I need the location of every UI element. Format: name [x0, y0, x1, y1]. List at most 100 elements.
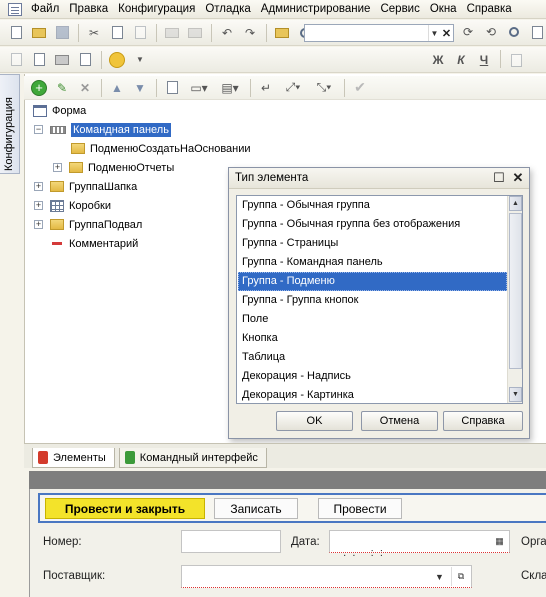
- undo-button[interactable]: ↶: [217, 23, 237, 43]
- tab-elements[interactable]: Элементы: [32, 448, 115, 468]
- find-next-button[interactable]: ⟳: [458, 22, 478, 42]
- database-button[interactable]: [52, 50, 72, 70]
- add-button[interactable]: +: [29, 78, 49, 98]
- menu-administration[interactable]: Администрирование: [256, 0, 376, 19]
- list-item[interactable]: Группа - Группа кнопок: [238, 291, 507, 310]
- run-options-button[interactable]: ▼: [130, 50, 150, 70]
- list-item[interactable]: Кнопка: [238, 329, 507, 348]
- table-button[interactable]: [75, 50, 95, 70]
- menu-configuration[interactable]: Конфигурация: [113, 0, 200, 19]
- paste-button[interactable]: [130, 23, 150, 43]
- search-input[interactable]: ▼ ✕: [304, 24, 454, 42]
- layout-button[interactable]: ▤▾: [216, 78, 244, 98]
- stretch-button[interactable]: ⤢▾: [279, 78, 307, 98]
- scroll-down-icon[interactable]: ▼: [509, 387, 522, 402]
- italic-button[interactable]: К: [451, 50, 471, 70]
- calendar-icon[interactable]: ▦: [490, 532, 509, 551]
- wrap-button[interactable]: ↵: [256, 78, 276, 98]
- edit-button[interactable]: ✎: [52, 78, 72, 98]
- module-button[interactable]: [6, 50, 26, 70]
- clear-icon[interactable]: ✕: [440, 25, 453, 41]
- menu-file[interactable]: Файл: [26, 0, 64, 19]
- delete-button[interactable]: ✕: [75, 78, 95, 98]
- list-item[interactable]: Группа - Обычная группа: [238, 196, 507, 215]
- copy-icon: [111, 26, 123, 39]
- maximize-icon[interactable]: ☐: [491, 170, 507, 186]
- expand-icon[interactable]: +: [34, 201, 43, 210]
- menu-debug[interactable]: Отладка: [200, 0, 255, 19]
- syntax-button[interactable]: [29, 50, 49, 70]
- tree-item-header-group[interactable]: + ГруппаШапка: [34, 177, 137, 196]
- list-item[interactable]: Декорация - Картинка: [238, 386, 507, 403]
- expand-icon[interactable]: +: [34, 182, 43, 191]
- tree-item-form[interactable]: Форма: [33, 101, 86, 120]
- date-mask: . . : :: [340, 547, 390, 559]
- system-menu-icon[interactable]: [8, 2, 22, 16]
- close-icon[interactable]: ✕: [510, 170, 526, 186]
- menu-service[interactable]: Сервис: [375, 0, 424, 19]
- find-prev-button[interactable]: ⟲: [481, 22, 501, 42]
- bold-button[interactable]: Ж: [428, 50, 448, 70]
- find-all-button[interactable]: [504, 22, 524, 42]
- resize-button[interactable]: ⤡▾: [310, 78, 338, 98]
- list-item-selected[interactable]: Группа - Подменю: [238, 272, 507, 291]
- post-button[interactable]: Провести: [318, 498, 402, 519]
- underline-button[interactable]: Ч: [474, 50, 494, 70]
- redo-button[interactable]: ↷: [240, 23, 260, 43]
- list-item[interactable]: Таблица: [238, 348, 507, 367]
- open-icon[interactable]: ⧉: [451, 567, 470, 586]
- properties-button[interactable]: [162, 78, 182, 98]
- post-and-close-button[interactable]: Провести и закрыть: [45, 498, 205, 519]
- run-debug-button[interactable]: [107, 50, 127, 70]
- tab-command-interface[interactable]: Командный интерфейс: [118, 448, 267, 468]
- windows-button[interactable]: [527, 22, 546, 42]
- configuration-side-tab[interactable]: Конфигурация: [0, 74, 20, 174]
- list-item[interactable]: Группа - Страницы: [238, 234, 507, 253]
- cut-button[interactable]: ✂: [84, 23, 104, 43]
- find-in-folder-button[interactable]: [272, 23, 292, 43]
- checkmark-icon: ✔: [354, 79, 366, 95]
- collapse-icon[interactable]: −: [34, 125, 43, 134]
- save-button[interactable]: [52, 23, 72, 43]
- format-toolbar: Ж К Ч: [428, 50, 529, 70]
- list-item[interactable]: Декорация - Надпись: [238, 367, 507, 386]
- expand-icon[interactable]: +: [34, 220, 43, 229]
- preview-button[interactable]: [185, 23, 205, 43]
- menu-edit[interactable]: Правка: [64, 0, 113, 19]
- list-item[interactable]: Группа - Обычная группа без отображения: [238, 215, 507, 234]
- menu-windows[interactable]: Окна: [425, 0, 462, 19]
- print-button[interactable]: [162, 23, 182, 43]
- supplier-field[interactable]: ▼ ⧉: [181, 565, 472, 588]
- tree-item-comment[interactable]: Комментарий: [50, 234, 138, 253]
- write-button[interactable]: Записать: [214, 498, 298, 519]
- list-item[interactable]: Группа - Командная панель: [238, 253, 507, 272]
- border-button[interactable]: [506, 50, 526, 70]
- chevron-down-icon[interactable]: ▼: [428, 25, 440, 41]
- chevron-down-icon[interactable]: ▼: [430, 567, 449, 586]
- menu-help[interactable]: Справка: [462, 0, 517, 19]
- tree-item-boxes[interactable]: + Коробки: [34, 196, 111, 215]
- scroll-thumb[interactable]: [509, 213, 522, 369]
- check-button[interactable]: ✔: [350, 78, 370, 98]
- list-item[interactable]: Поле: [238, 310, 507, 329]
- copy-button[interactable]: [107, 23, 127, 43]
- help-button[interactable]: Справка: [443, 411, 523, 431]
- tree-item-submenu-reports[interactable]: + ПодменюОтчеты: [53, 158, 174, 177]
- element-type-list[interactable]: Группа - Обычная группа Группа - Обычная…: [236, 195, 523, 404]
- display-button[interactable]: ▭▾: [185, 78, 213, 98]
- new-button[interactable]: [6, 23, 26, 43]
- tree-item-submenu-create[interactable]: ПодменюСоздатьНаОсновании: [71, 139, 251, 158]
- list-scrollbar[interactable]: ▲ ▼: [507, 196, 522, 403]
- date-field[interactable]: . . : : ▦: [329, 530, 510, 559]
- scroll-up-icon[interactable]: ▲: [509, 196, 522, 211]
- move-down-button[interactable]: ▼: [130, 78, 150, 98]
- cancel-button[interactable]: Отмена: [361, 411, 438, 431]
- tree-item-command-panel[interactable]: − Командная панель: [34, 120, 171, 139]
- open-button[interactable]: [29, 23, 49, 43]
- dialog-title-bar[interactable]: Тип элемента ☐ ✕: [229, 168, 529, 189]
- tree-item-footer-group[interactable]: + ГруппаПодвал: [34, 215, 142, 234]
- expand-icon[interactable]: +: [53, 163, 62, 172]
- number-field[interactable]: [181, 530, 281, 553]
- move-up-button[interactable]: ▲: [107, 78, 127, 98]
- ok-button[interactable]: OK: [276, 411, 353, 431]
